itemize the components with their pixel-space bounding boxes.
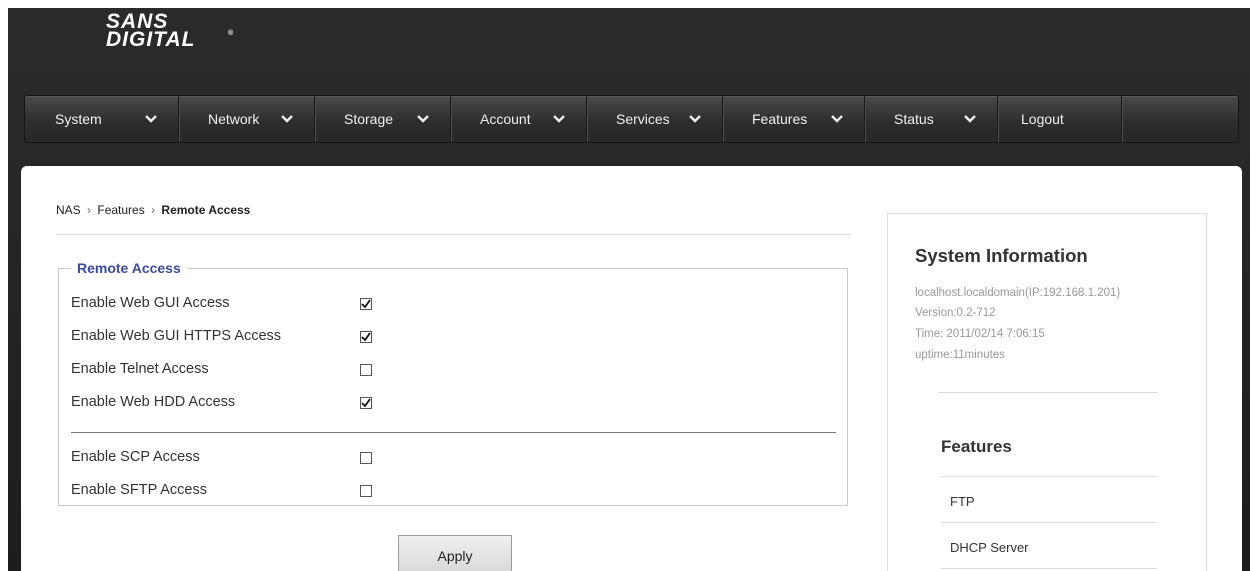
chevron-down-icon [831,115,843,123]
breadcrumb-current: Remote Access [161,203,251,217]
sftp-checkbox[interactable] [360,485,372,497]
option-label-sftp: Enable SFTP Access [71,482,207,498]
nav-item-account[interactable]: Account [450,96,587,142]
nav-item-status[interactable]: Status [864,96,998,142]
option-label-web-gui: Enable Web GUI Access [71,295,230,311]
breadcrumb-nas[interactable]: NAS [56,203,81,217]
system-info-title: System Information [915,245,1088,266]
breadcrumb-divider [56,234,851,235]
breadcrumb: NAS › Features › Remote Access [56,203,251,217]
system-time: Time: 2011/02/14 7:06:15 [915,328,1045,340]
scp-checkbox[interactable] [360,452,372,464]
chevron-down-icon [417,115,429,123]
check-icon [361,398,371,408]
check-icon [361,332,371,342]
web-hdd-checkbox[interactable] [360,397,372,409]
nav-item-network[interactable]: Network [178,96,315,142]
system-uptime: uptime:11minutes [915,349,1005,361]
features-item-dhcp-server[interactable]: DHCP Server [950,540,1029,555]
nav-item-system[interactable]: System [25,96,179,142]
system-host: localhost.localdomain(IP:192.168.1.201) [915,287,1121,299]
features-divider [941,476,1157,477]
option-label-web-gui-https: Enable Web GUI HTTPS Access [71,328,282,344]
chevron-down-icon [145,115,157,123]
chevron-down-icon [964,115,976,123]
options-divider [71,432,836,433]
features-title: Features [941,437,1012,456]
breadcrumb-features[interactable]: Features [97,203,144,217]
features-divider [941,568,1157,569]
chevron-down-icon [553,115,565,123]
check-icon [361,299,371,309]
system-info-sidebar: System Information localhost.localdomain… [887,213,1207,571]
system-version: Version:0.2-712 [915,307,996,319]
chevron-down-icon [689,115,701,123]
main-nav: System Network Storage Account Services … [24,95,1239,143]
option-label-scp: Enable SCP Access [71,449,200,465]
web-gui-https-checkbox[interactable] [360,331,372,343]
sidebar-divider [938,392,1158,393]
nav-item-storage[interactable]: Storage [314,96,451,142]
option-label-web-hdd: Enable Web HDD Access [71,394,236,410]
telnet-checkbox[interactable] [360,364,372,376]
web-gui-checkbox[interactable] [360,298,372,310]
apply-button[interactable]: Apply [398,535,512,571]
option-label-telnet: Enable Telnet Access [71,361,209,377]
nav-item-logout[interactable]: Logout [997,96,1122,142]
features-item-ftp[interactable]: FTP [950,494,975,509]
nav-item-features[interactable]: Features [722,96,865,142]
content-panel: NAS › Features › Remote Access Remote Ac… [21,166,1242,571]
app-frame: SANS DIGITAL ® System Network Storage Ac… [8,8,1250,571]
features-divider [941,522,1157,523]
remote-access-legend: Remote Access [71,260,187,276]
chevron-down-icon [281,115,293,123]
nav-item-services[interactable]: Services [586,96,723,142]
